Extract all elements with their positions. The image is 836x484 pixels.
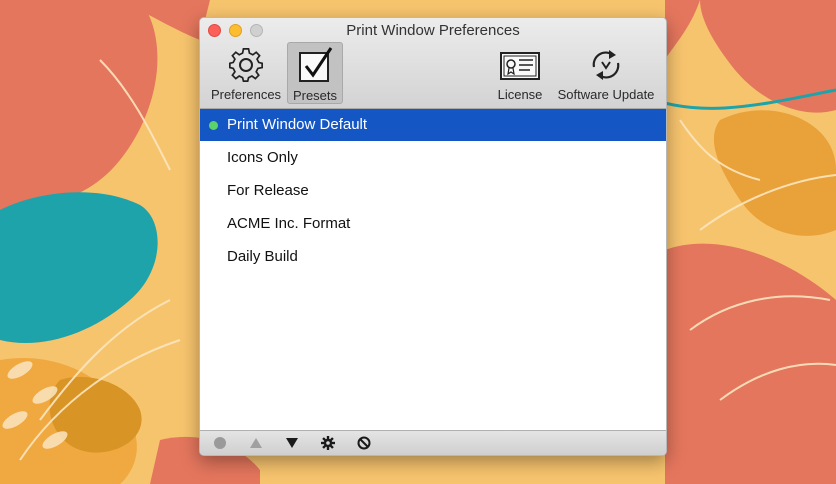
preset-label: Print Window Default [227, 116, 368, 133]
active-preset-dot-icon [209, 121, 218, 130]
preset-list-item[interactable]: For Release [200, 175, 666, 207]
toolbar-item-presets[interactable]: Presets [287, 42, 343, 104]
toolbar-item-preferences[interactable]: Preferences [206, 42, 286, 104]
delete-icon[interactable] [356, 435, 372, 451]
preset-list-item[interactable]: ACME Inc. Format [200, 208, 666, 240]
move-down-icon[interactable] [284, 435, 300, 451]
preset-list-item[interactable]: Icons Only [200, 142, 666, 174]
preset-list: Print Window Default Icons Only For Rele… [200, 109, 666, 431]
preset-list-item[interactable]: Daily Build [200, 241, 666, 273]
toolbar-label-license: License [497, 87, 543, 102]
preset-label: ACME Inc. Format [227, 215, 351, 232]
toolbar-item-software-update[interactable]: Software Update [552, 42, 660, 104]
preset-label: Icons Only [227, 149, 298, 166]
preset-label: For Release [227, 182, 309, 199]
update-sync-icon [586, 45, 626, 85]
toolbar-label-preferences: Preferences [210, 87, 282, 102]
license-card-icon [498, 45, 542, 85]
move-up-icon[interactable] [248, 435, 264, 451]
preset-list-item[interactable]: Print Window Default [200, 109, 666, 141]
gear-icon[interactable] [320, 435, 336, 451]
toolbar-item-license[interactable]: License [492, 42, 548, 104]
window-title: Print Window Preferences [346, 22, 520, 39]
bottom-toolbar [200, 430, 666, 455]
checkbox-icon [295, 46, 335, 86]
preferences-window: Print Window Preferences Preferences Pre… [199, 17, 667, 456]
toolbar-label-software-update: Software Update [557, 87, 655, 102]
title-bar: Print Window Preferences Preferences Pre… [200, 18, 666, 109]
set-default-dot-icon[interactable] [212, 435, 228, 451]
toolbar-label-presets: Presets [292, 88, 338, 103]
gear-icon [225, 45, 267, 85]
preset-label: Daily Build [227, 248, 298, 265]
